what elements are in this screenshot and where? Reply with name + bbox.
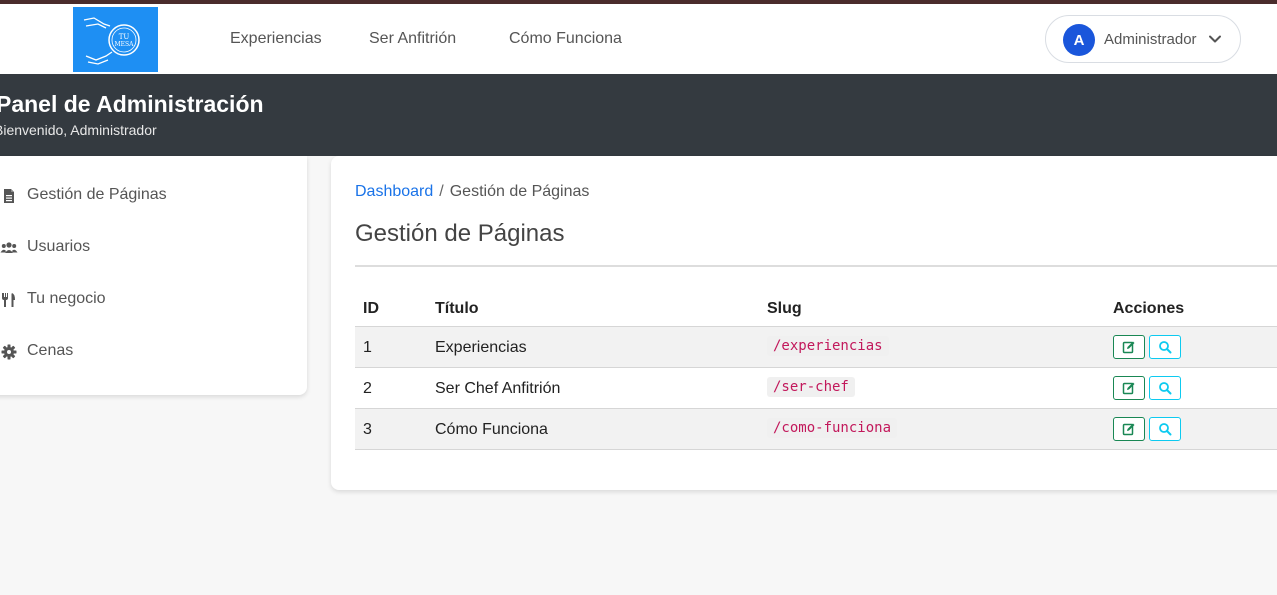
page-title: Gestión de Páginas [355,220,565,247]
gear-icon [1,344,17,360]
users-icon [0,242,18,253]
breadcrumb: Dashboard / Gestión de Páginas [355,183,589,201]
utensils-icon [2,293,15,307]
view-button[interactable] [1149,417,1181,441]
edit-icon [1122,423,1135,436]
search-icon [1159,423,1172,436]
edit-icon [1122,341,1135,354]
banner-title: Panel de Administración [0,91,264,117]
column-header-title: Título [435,300,479,317]
cell-title: Ser Chef Anfitrión [435,380,561,397]
view-button[interactable] [1149,335,1181,359]
table-header-row: ID Título Slug Acciones [355,286,1277,327]
sidebar-item-usuarios[interactable]: Usuarios [0,228,290,268]
edit-button[interactable] [1113,335,1145,359]
svg-text:TU: TU [118,33,129,41]
cell-title: Experiencias [435,339,527,356]
pages-table: ID Título Slug Acciones 1 Experiencias /… [355,286,1277,450]
brand-logo[interactable]: TU MESA [73,7,158,72]
user-menu-button[interactable]: A Administrador [1045,15,1241,63]
cell-title: Cómo Funciona [435,421,548,438]
cell-id: 3 [363,421,372,438]
navbar: TU MESA Experiencias Ser Anfitrión Cómo … [0,4,1277,74]
search-icon [1159,341,1172,354]
sidebar: Gestión de Páginas Usuarios Tu negocio C… [0,156,307,395]
sidebar-item-cenas[interactable]: Cenas [0,332,290,372]
nav-link-como-funciona[interactable]: Cómo Funciona [509,30,622,48]
sidebar-item-label: Cenas [27,342,74,359]
nav-link-experiencias[interactable]: Experiencias [230,30,322,48]
breadcrumb-current: Gestión de Páginas [449,183,590,200]
edit-button[interactable] [1113,417,1145,441]
svg-text:MESA: MESA [114,41,134,48]
chevron-down-icon [1209,35,1221,43]
sidebar-item-label: Gestión de Páginas [27,186,167,203]
sidebar-item-label: Tu negocio [27,290,106,307]
main-content-card: Dashboard / Gestión de Páginas Gestión de … [331,156,1277,490]
admin-banner: Panel de Administración Bienvenido, Admi… [0,74,1277,156]
sidebar-item-tu-negocio[interactable]: Tu negocio [0,280,290,320]
table-row: 3 Cómo Funciona /como-funciona [355,409,1277,450]
tu-mesa-logo-icon: TU MESA [83,16,140,65]
column-header-actions: Acciones [1113,300,1185,317]
nav-link-ser-anfitrion[interactable]: Ser Anfitrión [369,30,456,48]
sidebar-item-label: Usuarios [27,238,91,255]
cell-slug: /experiencias [767,336,889,356]
edit-button[interactable] [1113,376,1145,400]
table-row: 2 Ser Chef Anfitrión /ser-chef [355,368,1277,409]
table-row: 1 Experiencias /experiencias [355,327,1277,368]
divider [355,265,1277,267]
avatar: A [1063,24,1095,56]
breadcrumb-link-dashboard[interactable]: Dashboard [355,183,433,200]
column-header-slug: Slug [767,300,802,317]
cell-slug: /como-funciona [767,418,898,438]
breadcrumb-separator: / [439,183,444,200]
cell-id: 2 [363,380,372,397]
user-name: Administrador [1104,31,1197,48]
view-button[interactable] [1149,376,1181,400]
cell-slug: /ser-chef [767,377,855,397]
banner-subtitle: Bienvenido, Administrador [0,122,157,138]
search-icon [1159,382,1172,395]
sidebar-item-gestion-paginas[interactable]: Gestión de Páginas [0,176,290,216]
cell-id: 1 [363,339,372,356]
file-icon [4,189,14,203]
edit-icon [1122,382,1135,395]
column-header-id: ID [363,300,379,317]
